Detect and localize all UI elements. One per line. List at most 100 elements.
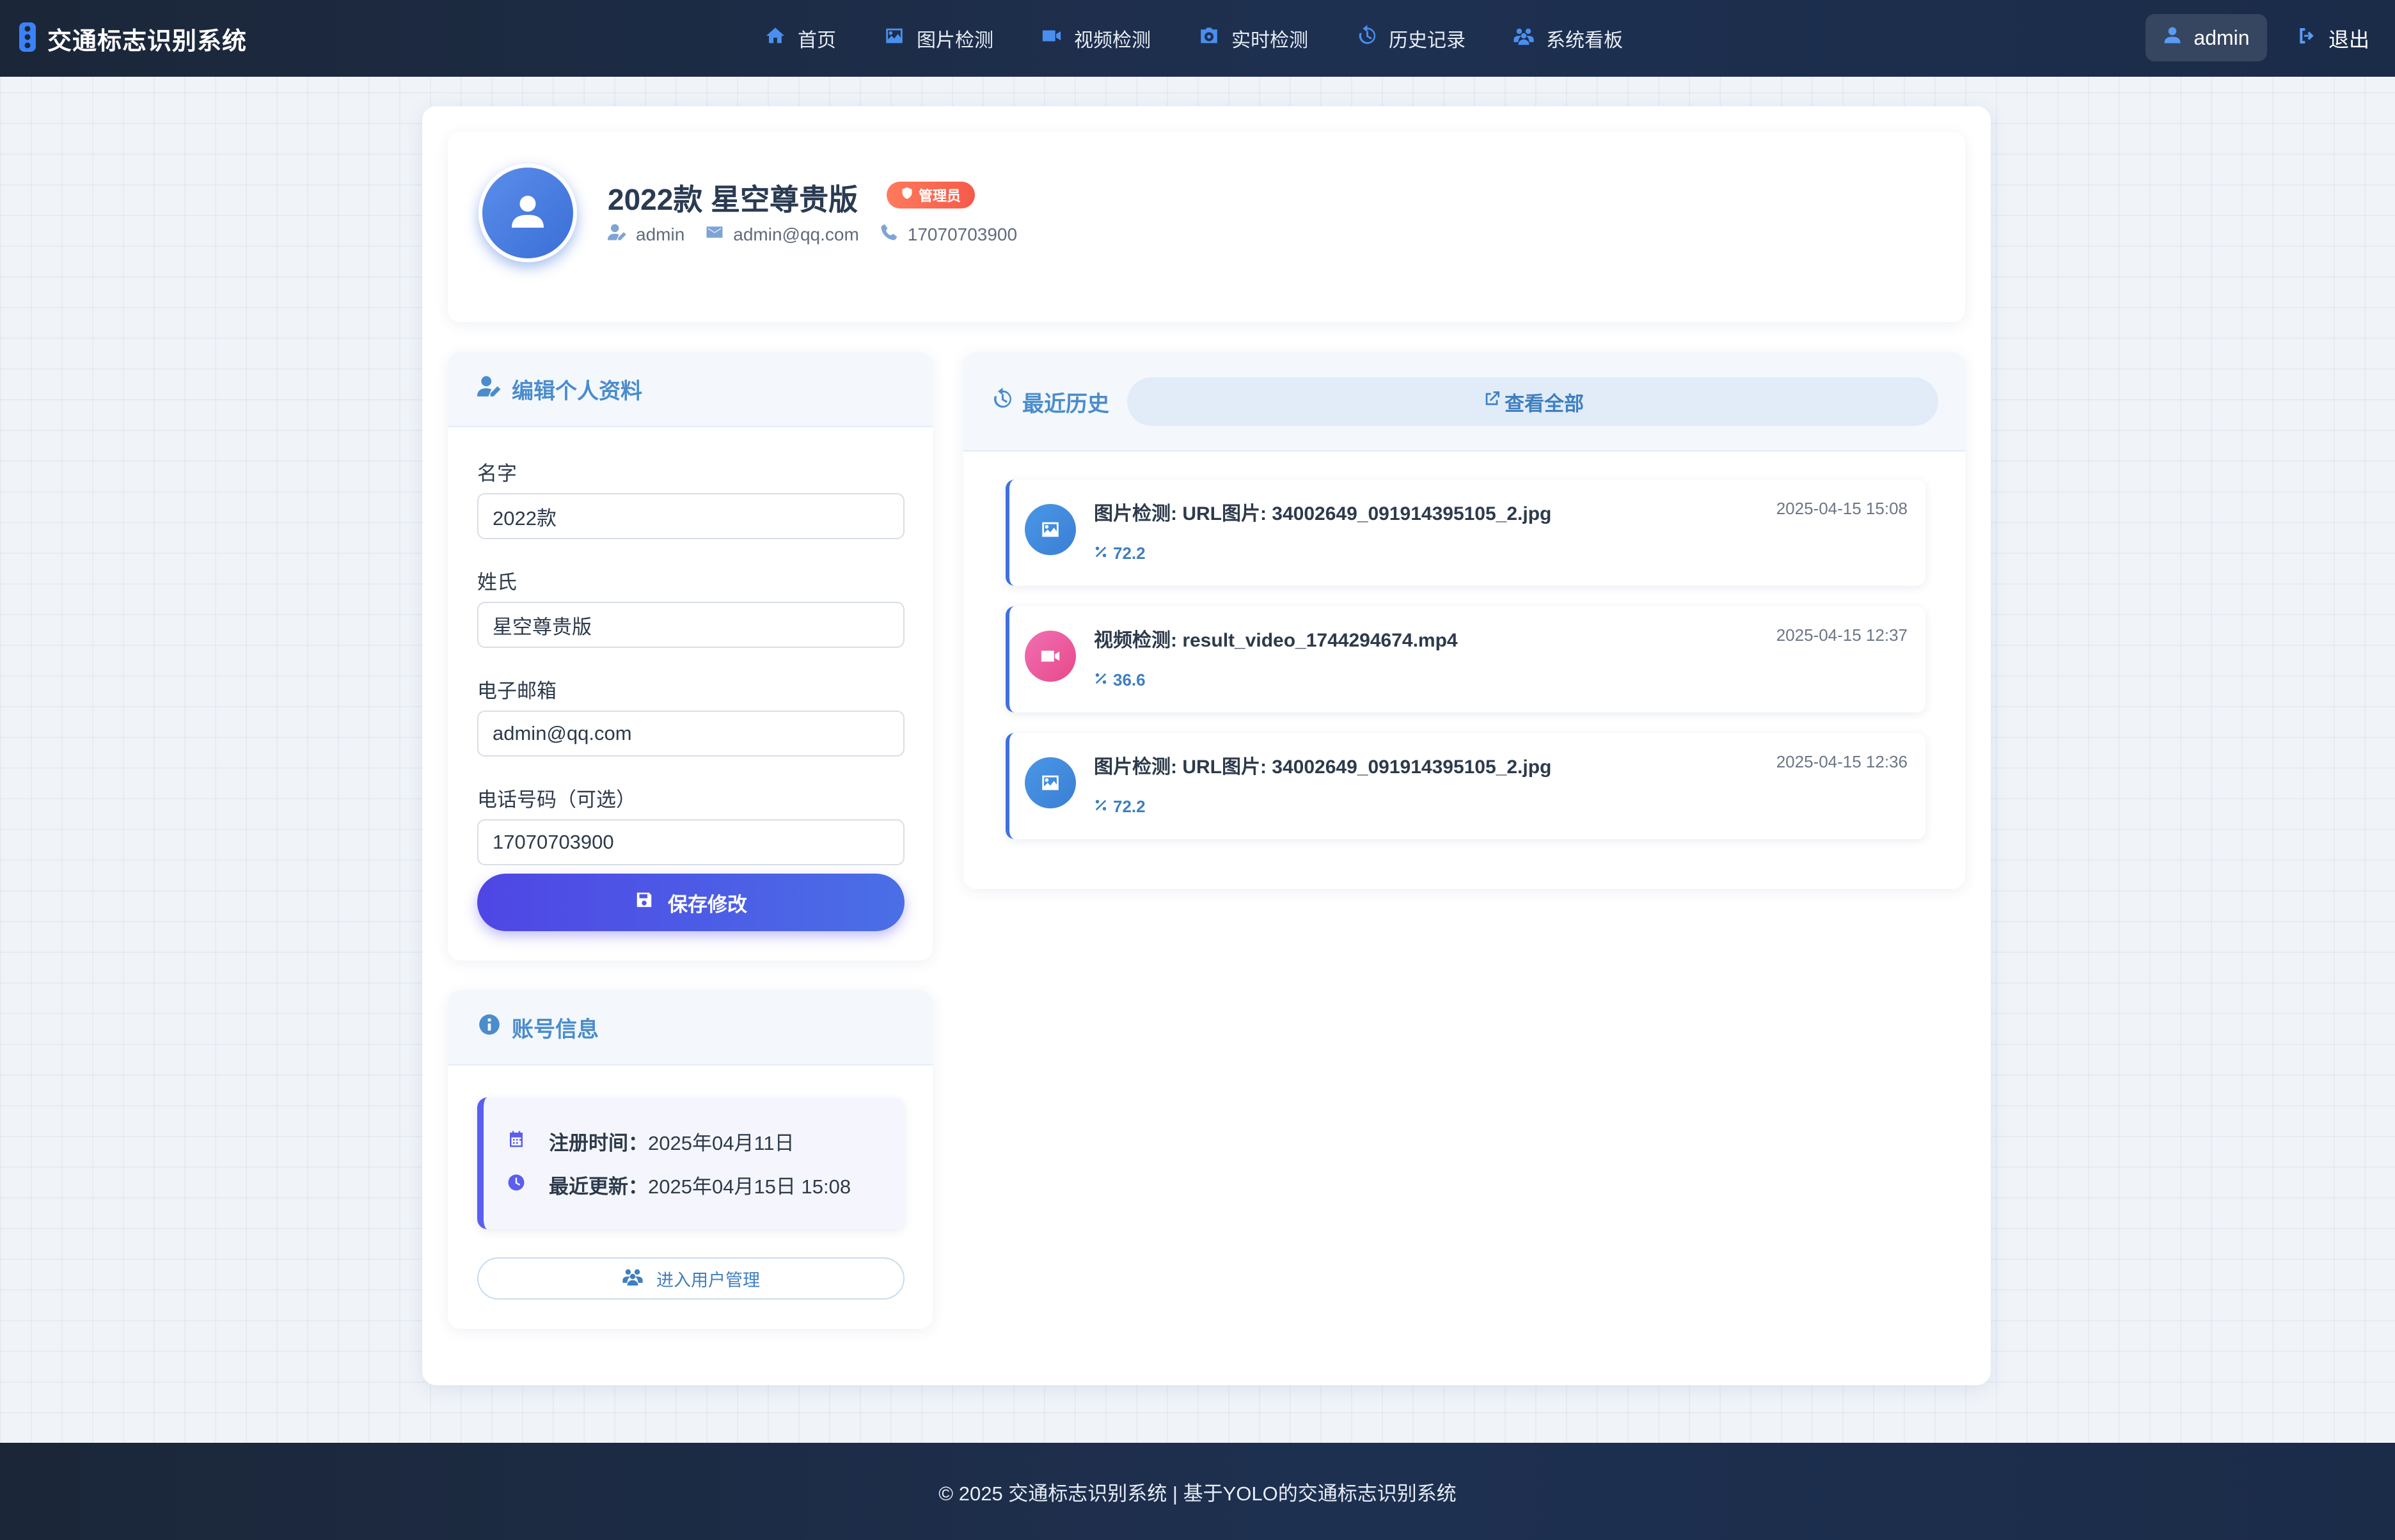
recent-history-panel: 最近历史 查看全部 图片检测: URL图片: 34002649_09191439…: [963, 352, 1965, 889]
nav-home-label: 首页: [798, 30, 836, 51]
logout-label: 退出: [2328, 28, 2370, 51]
image-icon: [1025, 757, 1076, 808]
logout-icon: [2296, 26, 2317, 51]
logout-button[interactable]: 退出: [2296, 0, 2369, 77]
registered-value: 2025年04月11日: [648, 1132, 794, 1154]
save-button[interactable]: 保存修改: [477, 874, 905, 931]
first-name-field[interactable]: 2022款: [477, 493, 905, 539]
camera-icon: [1198, 25, 1220, 52]
history-item[interactable]: 视频检测: result_video_1744294674.mp4 36.6 2…: [1006, 606, 1925, 712]
user-management-label: 进入用户管理: [656, 1270, 760, 1290]
footer: © 2025 交通标志识别系统 | 基于YOLO的交通标志识别系统: [0, 1443, 2395, 1540]
users-icon: [1513, 25, 1535, 52]
percent-icon: [1094, 797, 1108, 817]
nav-history-label: 历史记录: [1389, 30, 1466, 51]
edit-profile-header: 编辑个人资料: [448, 352, 933, 427]
recent-history-header: 最近历史 查看全部: [963, 352, 1965, 452]
first-name-label: 名字: [477, 462, 517, 485]
phone-icon: [880, 223, 899, 246]
registered-row: 注册时间： 2025年04月11日: [507, 1127, 794, 1156]
users-icon: [622, 1266, 644, 1292]
history-item[interactable]: 图片检测: URL图片: 34002649_091914395105_2.jpg…: [1006, 733, 1925, 839]
last-name-field[interactable]: 星空尊贵版: [477, 602, 905, 648]
user-menu[interactable]: admin: [2146, 14, 2267, 61]
history-item-time: 2025-04-15 15:08: [1776, 499, 1908, 518]
info-icon: [477, 1012, 502, 1042]
top-navbar: 交通标志识别系统 首页 图片检测 视频检测 实时检测 历史记录 系统看板 adm…: [0, 0, 2395, 77]
role-badge: 管理员: [887, 182, 976, 208]
nav-realtime-detect-label: 实时检测: [1231, 30, 1308, 51]
user-icon: [2163, 26, 2182, 50]
nav-home[interactable]: 首页: [764, 24, 836, 52]
image-icon: [883, 25, 905, 52]
nav-links: 首页 图片检测 视频检测 实时检测 历史记录 系统看板: [764, 0, 1670, 77]
edit-profile-title: 编辑个人资料: [512, 379, 642, 404]
account-info-panel: 账号信息 注册时间： 2025年04月11日 最近更新： 2025年04月15日…: [448, 990, 933, 1329]
brand[interactable]: 交通标志识别系统: [18, 0, 247, 77]
video-icon: [1041, 25, 1063, 52]
history-item-score: 36.6: [1094, 670, 1146, 690]
percent-icon: [1094, 670, 1108, 690]
meta-email: admin@qq.com: [705, 223, 859, 246]
meta-username-text: admin: [636, 224, 685, 244]
user-icon: [509, 192, 547, 234]
envelope-icon: [705, 223, 724, 246]
edit-profile-panel: 编辑个人资料 名字 2022款 姓氏 星空尊贵版 电子邮箱 admin@qq.c…: [448, 352, 933, 961]
user-menu-label: admin: [2193, 26, 2250, 49]
clock-icon: [507, 1173, 549, 1197]
account-info-title: 账号信息: [512, 1017, 599, 1042]
calendar-icon: [507, 1129, 549, 1154]
nav-image-detect[interactable]: 图片检测: [883, 24, 993, 52]
email-field[interactable]: admin@qq.com: [477, 711, 905, 757]
recent-history-title: 最近历史: [1022, 391, 1109, 416]
meta-username: admin: [608, 223, 684, 246]
history-item-score-value: 72.2: [1113, 544, 1146, 563]
history-item-title: 图片检测: URL图片: 34002649_091914395105_2.jpg: [1094, 503, 1552, 524]
image-icon: [1025, 504, 1076, 555]
nav-history[interactable]: 历史记录: [1356, 24, 1466, 52]
video-icon: [1025, 631, 1076, 682]
save-button-label: 保存修改: [668, 893, 747, 916]
user-edit-icon: [477, 374, 502, 404]
history-item[interactable]: 图片检测: URL图片: 34002649_091914395105_2.jpg…: [1006, 480, 1925, 586]
meta-phone: 17070703900: [880, 223, 1017, 246]
user-edit-icon: [608, 223, 627, 246]
nav-video-detect-label: 视频检测: [1074, 30, 1151, 51]
save-icon: [635, 890, 654, 915]
history-item-score-value: 36.6: [1113, 670, 1146, 689]
home-icon: [764, 25, 786, 52]
updated-row: 最近更新： 2025年04月15日 15:08: [507, 1170, 851, 1199]
role-badge-label: 管理员: [919, 188, 961, 204]
account-info-box: 注册时间： 2025年04月11日 最近更新： 2025年04月15日 15:0…: [477, 1097, 905, 1229]
user-management-button[interactable]: 进入用户管理: [477, 1257, 905, 1300]
meta-email-text: admin@qq.com: [733, 224, 859, 244]
profile-name: 2022款 星空尊贵版: [608, 183, 858, 216]
account-info-header: 账号信息: [448, 990, 933, 1065]
history-item-time: 2025-04-15 12:36: [1776, 752, 1908, 771]
history-item-time: 2025-04-15 12:37: [1776, 625, 1908, 645]
recent-history-title-wrap: 最近历史: [990, 352, 1109, 452]
last-name-label: 姓氏: [477, 571, 517, 593]
nav-realtime-detect[interactable]: 实时检测: [1198, 24, 1308, 52]
registered-label: 注册时间：: [549, 1132, 648, 1154]
view-all-label: 查看全部: [1505, 392, 1584, 415]
profile-header: 2022款 星空尊贵版 管理员 admin admin@qq.com 17070…: [448, 132, 1965, 322]
updated-value: 2025年04月15日 15:08: [648, 1175, 851, 1198]
shield-icon: [901, 187, 913, 203]
profile-form: 名字 2022款 姓氏 星空尊贵版 电子邮箱 admin@qq.com 电话号码…: [477, 457, 905, 892]
history-item-title: 图片检测: URL图片: 34002649_091914395105_2.jpg: [1094, 757, 1552, 778]
history-item-score-value: 72.2: [1113, 797, 1146, 816]
history-icon: [1356, 25, 1377, 52]
nav-video-detect[interactable]: 视频检测: [1041, 24, 1151, 52]
history-item-score: 72.2: [1094, 544, 1146, 563]
phone-field[interactable]: 17070703900: [477, 819, 905, 865]
external-link-icon: [1482, 389, 1502, 414]
nav-dashboard-label: 系统看板: [1546, 30, 1623, 51]
profile-meta: admin admin@qq.com 17070703900: [608, 223, 1017, 246]
nav-dashboard[interactable]: 系统看板: [1513, 24, 1623, 52]
view-all-button[interactable]: 查看全部: [1127, 377, 1938, 426]
nav-image-detect-label: 图片检测: [917, 30, 993, 51]
avatar: [478, 164, 577, 262]
history-icon: [990, 387, 1013, 416]
history-item-score: 72.2: [1094, 797, 1146, 817]
